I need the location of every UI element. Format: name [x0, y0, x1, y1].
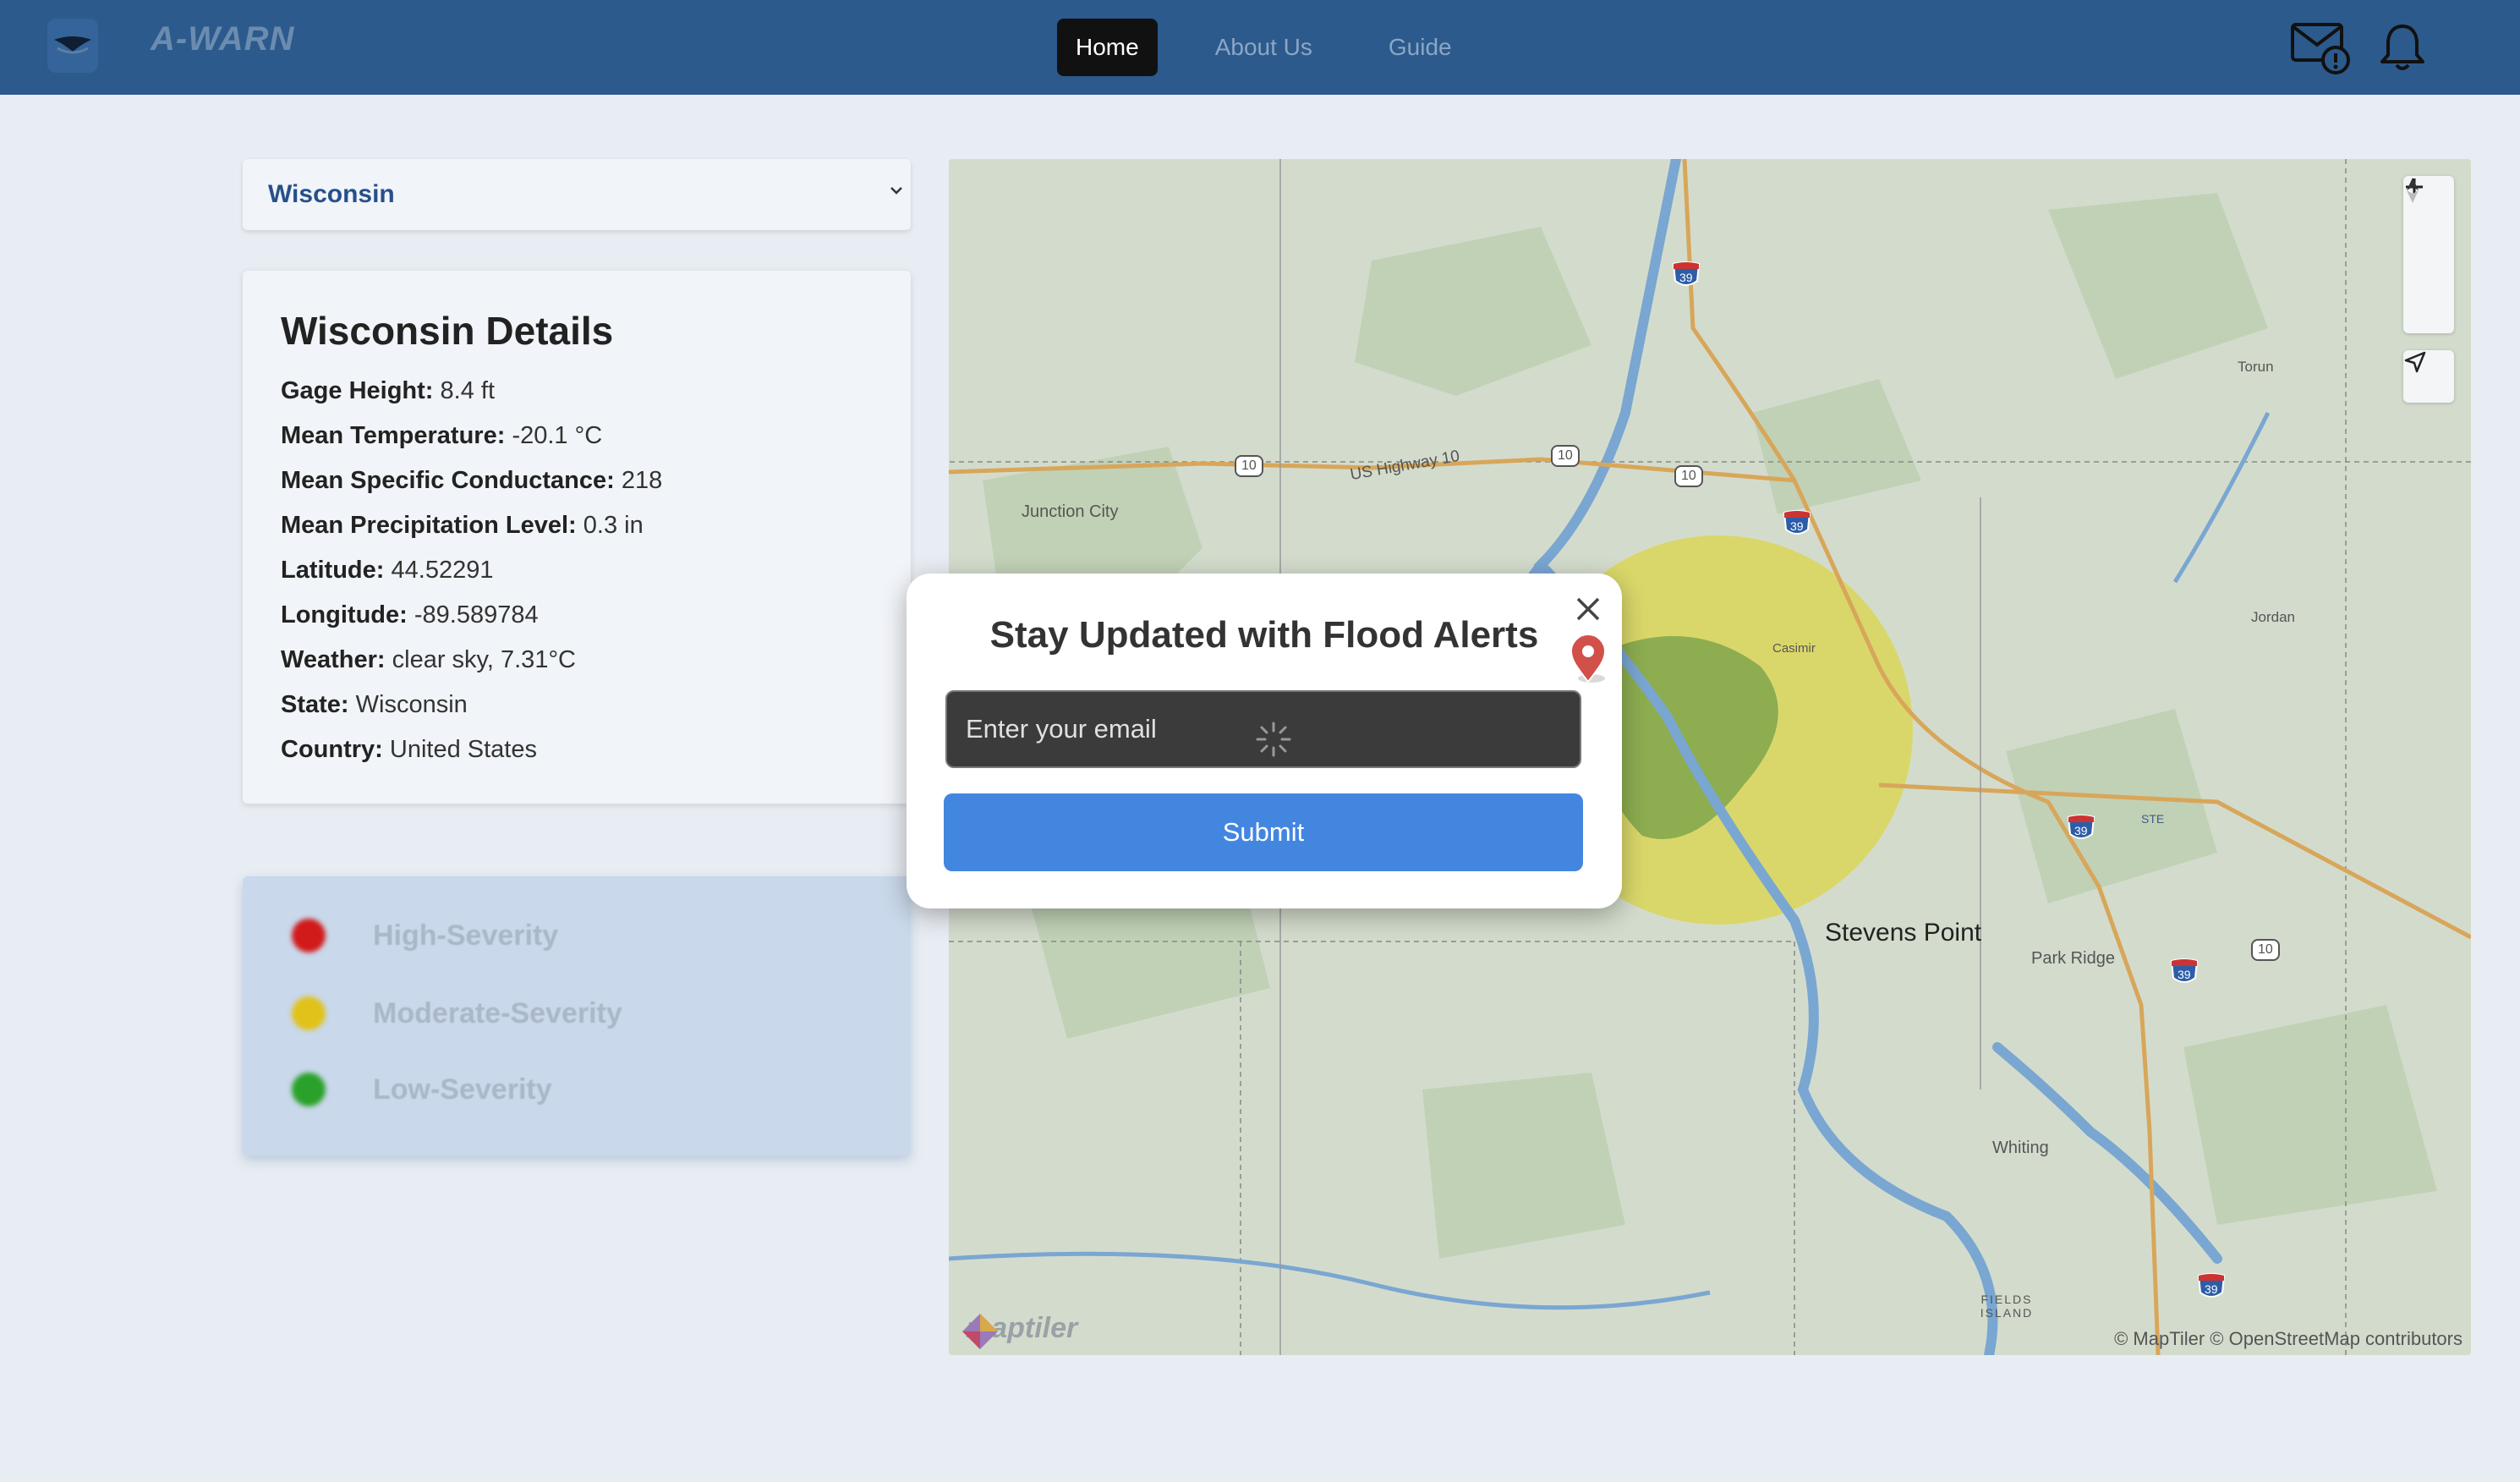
map-marker-icon[interactable] — [1566, 631, 1610, 685]
bell-icon[interactable] — [2378, 19, 2427, 76]
compass-button[interactable] — [2403, 178, 2454, 333]
close-icon — [1576, 597, 1600, 621]
modal-title: Stay Updated with Flood Alerts — [989, 614, 1539, 656]
state-details-card: Wisconsin Details Gage Height: 8.4 ft Me… — [243, 271, 911, 804]
place-park-ridge: Park Ridge — [2031, 949, 2115, 968]
zoom-out-button[interactable] — [2403, 185, 2454, 281]
legend-label: Low-Severity — [373, 1073, 552, 1106]
submit-button[interactable]: Submit — [944, 793, 1583, 871]
map-attribution[interactable]: © MapTiler © OpenStreetMap contributors — [2114, 1328, 2462, 1350]
main-nav: Home About Us Guide — [1057, 19, 1509, 76]
place-jordan: Jordan — [2251, 609, 2295, 625]
place-fields-island: FIELDS ISLAND — [1980, 1293, 2034, 1320]
airport-label: STE — [2141, 812, 2165, 826]
state-select-value: Wisconsin — [268, 180, 395, 208]
place-torun: Torun — [2238, 359, 2274, 375]
loading-spinner-icon — [1256, 722, 1291, 757]
nav-home[interactable]: Home — [1057, 19, 1158, 76]
detail-row-specific-conductance: Mean Specific Conductance: 218 — [281, 467, 663, 494]
us-route-shield: 10 — [2251, 939, 2280, 961]
brand-name[interactable]: A-WARN — [151, 20, 294, 58]
us-route-shield: 10 — [1674, 465, 1703, 487]
legend-label: High-Severity — [373, 919, 559, 952]
maptiler-logo[interactable]: maptiler — [961, 1312, 1077, 1349]
chevron-down-icon — [890, 187, 902, 195]
place-junction-city: Junction City — [1022, 502, 1119, 521]
compass-icon — [2407, 178, 2419, 203]
detail-row-mean-temperature: Mean Temperature: -20.1 °C — [281, 422, 603, 449]
state-select[interactable]: Wisconsin — [243, 159, 911, 230]
legend-label: Moderate-Severity — [373, 996, 622, 1029]
yellow-dot-icon — [292, 996, 326, 1030]
close-button[interactable] — [1570, 590, 1607, 628]
detail-row-country: Country: United States — [281, 736, 537, 763]
us-route-shield: 10 — [1551, 445, 1580, 467]
place-whiting: Whiting — [1992, 1139, 2049, 1157]
legend-item-low: Low-Severity — [292, 1073, 552, 1106]
detail-row-state: State: Wisconsin — [281, 691, 468, 718]
detail-row-gage-height: Gage Height: 8.4 ft — [281, 377, 496, 404]
place-stevens-point: Stevens Point — [1825, 919, 1982, 947]
geolocate-button[interactable] — [2403, 350, 2454, 403]
detail-row-longitude: Longitude: -89.589784 — [281, 601, 539, 628]
place-casimir: Casimir — [1772, 641, 1816, 656]
detail-row-weather: Weather: clear sky, 7.31°C — [281, 646, 576, 673]
nav-guide[interactable]: Guide — [1370, 19, 1471, 76]
top-navbar: A-WARN Home About Us Guide — [0, 0, 2520, 95]
mail-alert-icon[interactable] — [2290, 19, 2353, 76]
map-zoom-controls — [2403, 176, 2454, 333]
details-title: Wisconsin Details — [281, 309, 614, 353]
location-arrow-icon — [2404, 351, 2426, 373]
nav-about-us[interactable]: About Us — [1197, 19, 1331, 76]
legend-item-moderate: Moderate-Severity — [292, 996, 622, 1030]
detail-row-precipitation: Mean Precipitation Level: 0.3 in — [281, 512, 644, 539]
legend-item-high: High-Severity — [292, 919, 558, 952]
flood-alerts-subscribe-modal: Stay Updated with Flood Alerts Submit — [907, 574, 1622, 908]
geolocate-control — [2403, 350, 2454, 403]
wave-logo-icon — [54, 36, 91, 54]
severity-legend: High-Severity Moderate-Severity Low-Seve… — [243, 876, 911, 1155]
us-route-shield: 10 — [1235, 455, 1263, 477]
green-dot-icon — [292, 1073, 326, 1106]
maptiler-logo-icon — [962, 1314, 998, 1349]
detail-row-latitude: Latitude: 44.52291 — [281, 557, 494, 584]
red-dot-icon — [292, 919, 326, 952]
app-logo[interactable] — [47, 19, 98, 73]
